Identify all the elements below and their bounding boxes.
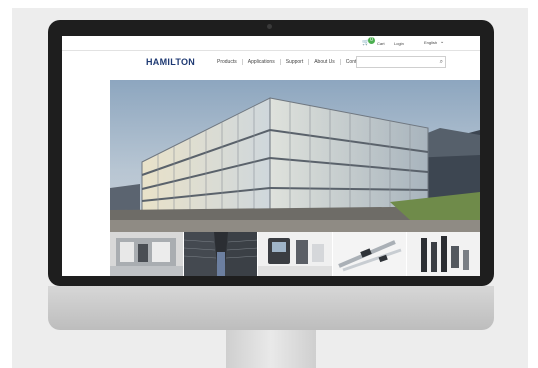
login-link[interactable]: Login (394, 41, 404, 46)
product-thumbnail-strip (110, 232, 480, 276)
thumbnail-instruments[interactable] (258, 232, 333, 276)
thumbnail-storage-system[interactable] (184, 232, 259, 276)
hamilton-logo[interactable]: HAMILTON (146, 57, 195, 67)
imac-stand (226, 330, 316, 368)
search-icon[interactable]: ⌕ (440, 57, 443, 67)
chevron-down-icon[interactable]: ⌄ (440, 39, 444, 45)
camera-dot (267, 24, 272, 29)
nav-applications[interactable]: Applications (243, 59, 281, 65)
nav-products[interactable]: Products (212, 59, 243, 65)
nav-about-us[interactable]: About Us (309, 59, 341, 65)
language-selector[interactable]: English (424, 40, 437, 45)
hero-image-building (110, 80, 480, 232)
imac-chin (48, 286, 494, 330)
utility-bar: 🛒 0 Cart Login English ⌄ (62, 36, 480, 51)
thumbnail-lab-automation[interactable] (110, 232, 185, 276)
cart-count-badge: 0 (368, 37, 375, 44)
thumbnail-syringes[interactable] (332, 232, 407, 276)
thumbnail-sensors[interactable] (406, 232, 480, 276)
cart-link[interactable]: Cart (377, 41, 385, 46)
website-screen: 🛒 0 Cart Login English ⌄ HAMILTON Produc… (62, 36, 480, 276)
nav-support[interactable]: Support (281, 59, 310, 65)
search-input[interactable]: ⌕ (356, 56, 446, 68)
main-nav: Products Applications Support About Us C… (212, 59, 376, 65)
